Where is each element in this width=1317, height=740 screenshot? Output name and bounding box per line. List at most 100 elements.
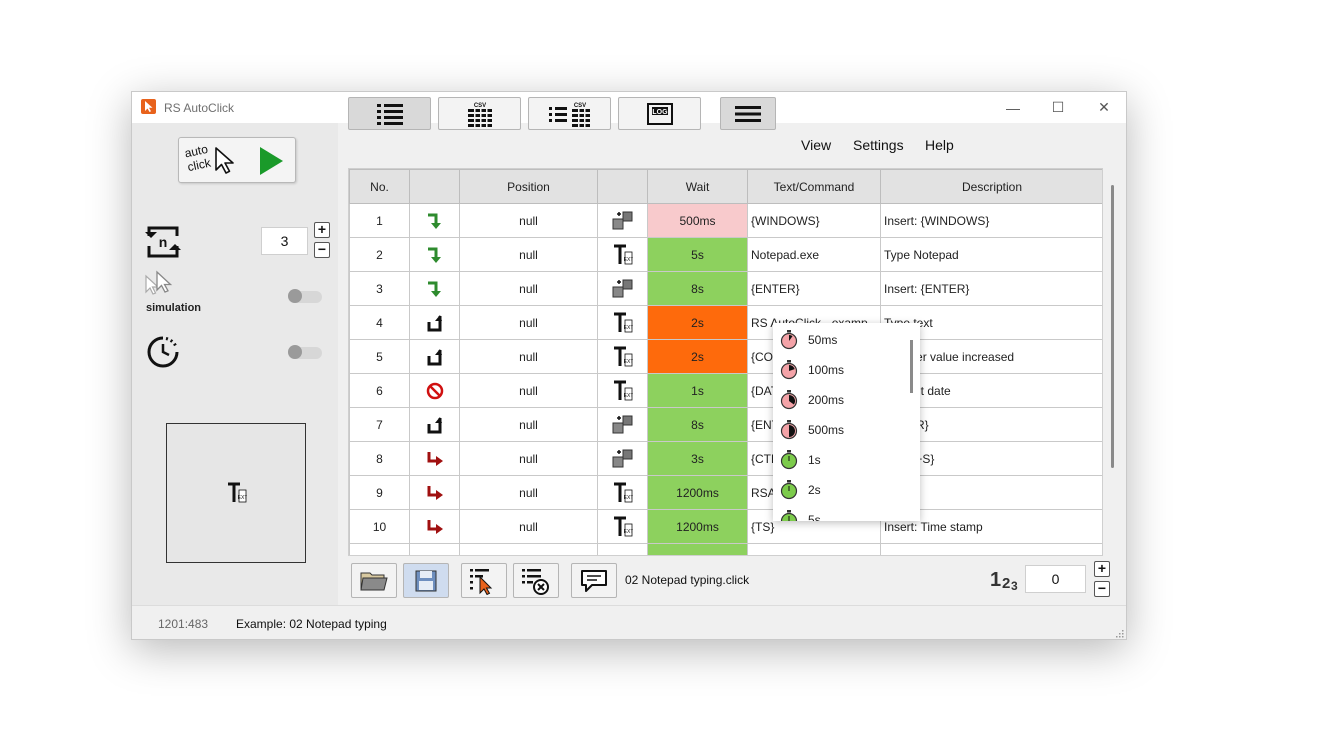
open-file-button[interactable] [351,563,397,598]
row-text-command[interactable]: {WINDOWS} [747,203,881,238]
column-header-no[interactable]: No. [349,169,410,204]
row-text-command[interactable]: {ENTER} [747,271,881,306]
comment-button[interactable] [571,563,617,598]
simulation-toggle[interactable] [288,289,322,303]
table-cell[interactable] [597,543,648,555]
action-icon-cell[interactable] [409,407,460,442]
type-icon-cell[interactable]: EXT [597,373,648,408]
timer-toggle[interactable] [288,345,322,359]
type-icon-cell[interactable]: EXT [597,339,648,374]
row-number[interactable]: 8 [349,441,410,476]
action-icon-cell[interactable] [409,305,460,340]
table-cell[interactable] [647,543,748,555]
repeat-increment-button[interactable]: + [314,222,330,238]
wait-option[interactable]: 2s [773,475,903,505]
popup-scrollbar[interactable] [910,340,913,393]
action-icon-cell[interactable] [409,441,460,476]
row-position[interactable]: null [459,475,598,510]
row-position[interactable]: null [459,237,598,272]
row-number[interactable]: 5 [349,339,410,374]
column-header-text-command[interactable]: Text/Command [747,169,881,204]
menu-help[interactable]: Help [925,137,954,153]
table-row[interactable]: 10 null EXT 1200ms {TS} Insert: Time stamp [349,509,1102,544]
hamburger-menu-button[interactable] [720,97,776,130]
type-icon-cell[interactable] [597,271,648,306]
counter-decrement-button[interactable]: − [1094,581,1110,597]
row-wait[interactable]: 1200ms [647,475,748,510]
repeat-decrement-button[interactable]: − [314,242,330,258]
table-row[interactable]: 8null3s{CTRCTRL+S} [349,441,1102,476]
delete-actions-button[interactable] [513,563,559,598]
counter-value-field[interactable]: 0 [1025,565,1086,593]
row-wait[interactable]: 500ms [647,203,748,238]
action-icon-cell[interactable] [409,237,460,272]
table-row[interactable]: 7null8s{ENTENTER} [349,407,1102,442]
column-header-action[interactable] [409,169,460,204]
row-description[interactable]: Insert: {WINDOWS} [880,203,1102,238]
table-cell[interactable] [459,543,598,555]
action-icon-cell[interactable] [409,475,460,510]
table-scrollbar[interactable] [1111,185,1114,468]
resize-grip-icon[interactable] [1114,628,1124,638]
action-icon-cell[interactable] [409,203,460,238]
row-number[interactable]: 9 [349,475,410,510]
table-row[interactable]: 1 null 500ms {WINDOWS} Insert: {WINDOWS} [349,203,1102,238]
table-cell[interactable] [409,543,460,555]
table-row[interactable]: 5 null EXT 2s {CO Counter value increased [349,339,1102,374]
close-button[interactable]: ✕ [1081,92,1127,123]
wait-option[interactable]: 200ms [773,385,903,415]
wait-option[interactable]: 50ms [773,325,903,355]
row-number[interactable]: 1 [349,203,410,238]
autoclick-start-button[interactable]: auto click [178,137,296,183]
row-number[interactable]: 6 [349,373,410,408]
row-position[interactable]: null [459,339,598,374]
row-text-command[interactable]: Notepad.exe [747,237,881,272]
row-wait[interactable]: 2s [647,305,748,340]
csv-list-export-button[interactable]: CSV [528,97,611,130]
row-wait[interactable]: 8s [647,407,748,442]
row-number[interactable]: 4 [349,305,410,340]
column-header-type[interactable] [597,169,648,204]
type-icon-cell[interactable] [597,407,648,442]
table-row[interactable] [349,543,1102,555]
wait-option[interactable]: 5s [773,505,903,521]
row-number[interactable]: 10 [349,509,410,544]
row-number[interactable]: 2 [349,237,410,272]
row-position[interactable]: null [459,203,598,238]
table-row[interactable]: 2 null EXT 5s Notepad.exe Type Notepad [349,237,1102,272]
column-header-wait[interactable]: Wait [647,169,748,204]
row-position[interactable]: null [459,509,598,544]
row-wait[interactable]: 3s [647,441,748,476]
column-header-position[interactable]: Position [459,169,598,204]
maximize-button[interactable]: ☐ [1035,92,1081,123]
wait-option[interactable]: 1s [773,445,903,475]
table-cell[interactable] [880,543,1102,555]
action-icon-cell[interactable] [409,509,460,544]
wait-option[interactable]: 100ms [773,355,903,385]
row-description[interactable]: Insert: {ENTER} [880,271,1102,306]
row-wait[interactable]: 5s [647,237,748,272]
log-button[interactable]: LOG [618,97,701,130]
row-position[interactable]: null [459,407,598,442]
action-icon-cell[interactable] [409,339,460,374]
table-row[interactable]: 3 null 8s {ENTER} Insert: {ENTER} [349,271,1102,306]
type-icon-cell[interactable]: EXT [597,509,648,544]
row-number[interactable]: 3 [349,271,410,306]
menu-settings[interactable]: Settings [853,137,904,153]
type-icon-cell[interactable] [597,441,648,476]
row-description[interactable]: Type Notepad [880,237,1102,272]
type-icon-cell[interactable] [597,203,648,238]
list-view-button[interactable] [348,97,431,130]
row-wait[interactable]: 1200ms [647,509,748,544]
table-row[interactable]: 4nullEXT2sRS AutoClick - exampType text [349,305,1102,340]
row-wait[interactable]: 8s [647,271,748,306]
counter-increment-button[interactable]: + [1094,561,1110,577]
type-icon-cell[interactable]: EXT [597,237,648,272]
csv-export-button[interactable]: CSV [438,97,521,130]
row-wait[interactable]: 2s [647,339,748,374]
type-icon-cell[interactable]: EXT [597,475,648,510]
row-position[interactable]: null [459,373,598,408]
select-action-button[interactable] [461,563,507,598]
repeat-count-field[interactable]: 3 [261,227,308,255]
minimize-button[interactable]: — [990,92,1036,123]
